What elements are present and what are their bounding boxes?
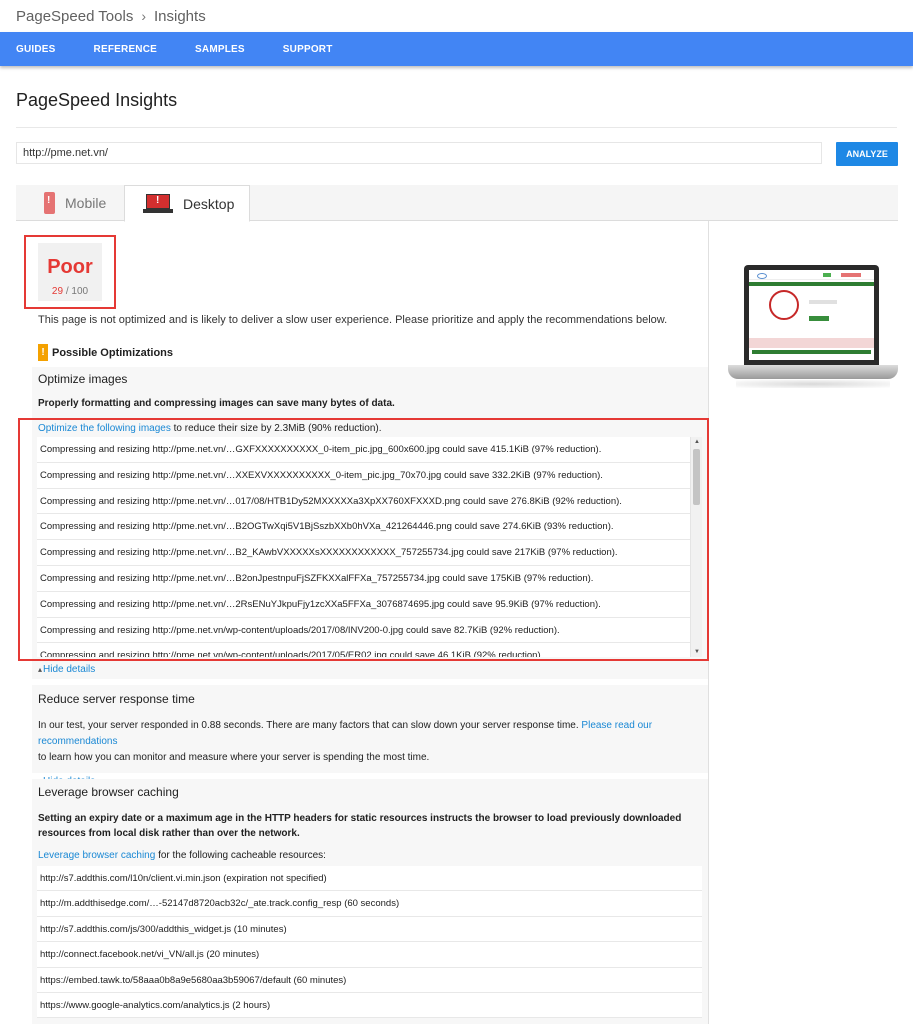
- browser-caching-description: Setting an expiry date or a maximum age …: [38, 813, 682, 839]
- nav-item-support[interactable]: SUPPORT: [283, 44, 333, 55]
- browser-caching-link[interactable]: Leverage browser caching: [38, 850, 155, 861]
- image-list-highlight: [18, 418, 709, 661]
- browser-caching-intro: Leverage browser caching for the followi…: [32, 850, 708, 861]
- cache-list: http://s7.addthis.com/l10n/client.vi.min…: [37, 866, 702, 1019]
- breadcrumb-current: Insights: [154, 7, 206, 25]
- nav-item-samples[interactable]: SAMPLES: [195, 44, 245, 55]
- browser-caching-title[interactable]: Leverage browser caching: [32, 785, 708, 799]
- server-response-text-1: In our test, your server responded in 0.…: [38, 720, 582, 731]
- desktop-screenshot-preview: [728, 262, 898, 390]
- divider: [16, 127, 897, 128]
- optimize-images-description: Properly formatting and compressing imag…: [38, 398, 395, 409]
- laptop-base: [728, 365, 898, 379]
- list-item: http://s7.addthis.com/l10n/client.vi.min…: [37, 866, 702, 892]
- possible-optimizations-heading: Possible Optimizations: [52, 347, 174, 359]
- nav-item-guides[interactable]: GUIDES: [16, 44, 56, 55]
- warning-icon: !: [38, 344, 48, 361]
- summary-text: This page is not optimized and is likely…: [38, 314, 668, 326]
- optimize-images-hide-details[interactable]: Hide details: [32, 664, 95, 675]
- server-response-section: Reduce server response time In our test,…: [32, 685, 708, 787]
- list-item: http://m.addthisedge.com/…-52147d8720acb…: [37, 891, 702, 917]
- nav-item-reference[interactable]: REFERENCE: [94, 44, 157, 55]
- breadcrumb: PageSpeed Tools › Insights: [0, 0, 913, 32]
- analyze-button[interactable]: ANALYZE: [836, 142, 898, 166]
- score-highlight: Poor 29 / 100: [24, 235, 116, 309]
- device-tabs: Mobile Desktop: [16, 185, 898, 222]
- list-item: https://www.google-analytics.com/analyti…: [37, 993, 702, 1019]
- optimize-images-title[interactable]: Optimize images: [32, 372, 708, 386]
- tab-mobile-label: Mobile: [65, 195, 107, 211]
- url-input[interactable]: http://pme.net.vn/: [16, 142, 822, 164]
- page-title: PageSpeed Insights: [16, 90, 178, 110]
- breadcrumb-root[interactable]: PageSpeed Tools: [16, 8, 133, 25]
- laptop-icon: [143, 193, 173, 214]
- laptop-shadow: [736, 380, 890, 388]
- laptop-screen: [744, 265, 879, 365]
- browser-caching-intro-rest: for the following cacheable resources:: [155, 850, 326, 861]
- tab-desktop[interactable]: Desktop: [124, 185, 250, 222]
- tab-desktop-label: Desktop: [183, 195, 235, 212]
- score-value: 29 / 100: [38, 286, 102, 297]
- tab-mobile[interactable]: Mobile: [28, 185, 136, 221]
- server-response-title[interactable]: Reduce server response time: [32, 692, 708, 706]
- top-nav: GUIDES REFERENCE SAMPLES SUPPORT: [0, 32, 913, 66]
- score-label: Poor: [47, 256, 93, 278]
- list-item: http://connect.facebook.net/vi_VN/all.js…: [37, 942, 702, 968]
- score-number: 29: [51, 286, 64, 297]
- list-item: http://s7.addthis.com/js/300/addthis_wid…: [37, 917, 702, 943]
- list-item: https://embed.tawk.to/58aaa0b8a9e5680aa3…: [37, 968, 702, 993]
- page-thumbnail: [749, 270, 874, 360]
- score-card: Poor 29 / 100: [38, 243, 102, 301]
- server-response-text-2: to learn how you can monitor and measure…: [38, 752, 430, 763]
- phone-icon: [44, 192, 55, 214]
- chevron-right-icon: ›: [141, 8, 146, 24]
- server-response-text: In our test, your server responded in 0.…: [32, 718, 708, 766]
- score-max: / 100: [65, 286, 89, 297]
